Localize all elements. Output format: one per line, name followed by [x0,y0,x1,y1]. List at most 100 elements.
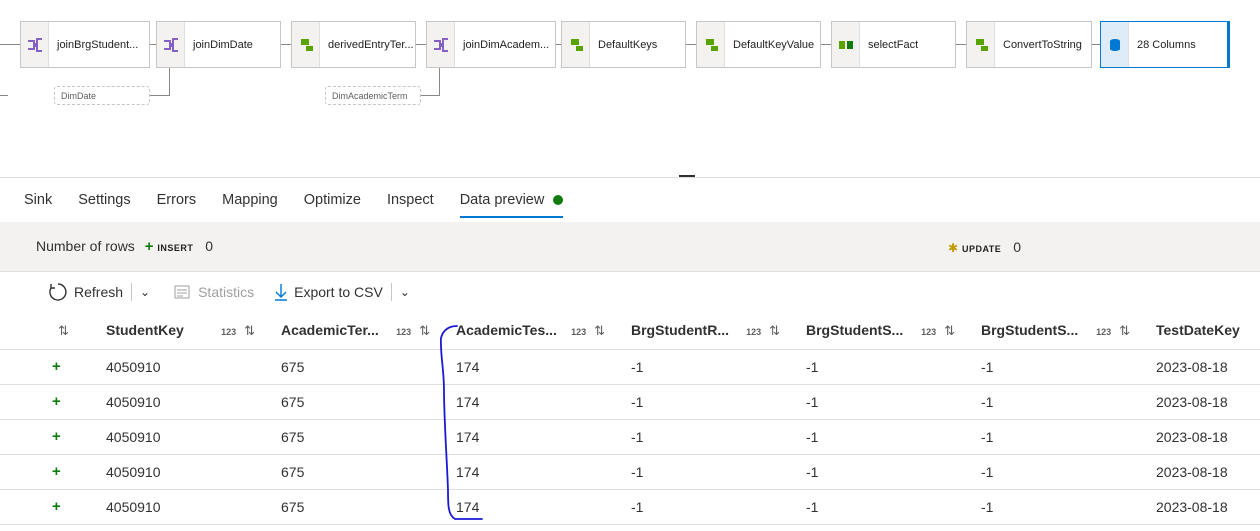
table-cell: 174 [456,489,631,525]
toolbar-divider [131,283,133,301]
table-cell: 4050910 [106,419,281,455]
column-header[interactable]: StudentKey 123 ⇅ [106,312,281,350]
table-cell: -1 [806,419,981,455]
sort-icon[interactable]: ⇅ [244,323,255,338]
table-row[interactable]: +4050910 675 174 -1 -1 -1 2023-08-18 [0,349,1260,385]
update-group: ✱ UPDATE 0 [948,239,1021,255]
table-cell: 2023-08-18 [1156,489,1260,525]
type-badge: 123 [571,326,587,337]
table-cell: 675 [281,454,456,490]
column-header[interactable]: BrgStudentR... 123 ⇅ [631,312,806,350]
flow-connector [821,44,831,45]
flow-node-joindimdate[interactable]: joinDimDate [156,21,281,68]
column-header-label: BrgStudentS... [806,322,904,339]
row-insert-icon: + [0,419,106,455]
tab-errors[interactable]: Errors [157,192,196,218]
insert-count: 0 [205,238,214,254]
row-insert-icon: + [0,454,106,490]
table-cell: 675 [281,489,456,525]
table-cell: 4050910 [106,489,281,525]
sort-icon[interactable]: ⇅ [419,323,430,338]
data-flow-canvas[interactable]: joinBrgStudent... joinDimDate derivedEnt… [0,0,1260,178]
statistics-button[interactable]: Statistics [174,284,254,300]
tab-inspect[interactable]: Inspect [387,192,434,218]
flow-node-selectfact[interactable]: selectFact [831,21,956,68]
tab-settings[interactable]: Settings [78,192,130,218]
update-asterisk-icon: ✱ [948,240,959,255]
sort-icon[interactable]: ⇅ [769,323,780,338]
column-header[interactable]: AcademicTer... 123 ⇅ [281,312,456,350]
download-icon [275,284,288,301]
statistics-label: Statistics [198,284,255,300]
tab-data-preview[interactable]: Data preview [459,192,564,218]
sink-database-icon [1101,22,1129,67]
table-cell: -1 [631,454,806,490]
insert-plus-icon: + [52,463,61,480]
export-csv-button[interactable]: Export to CSV [274,283,383,301]
flow-node-defaultkeys[interactable]: DefaultKeys [561,21,686,68]
insert-plus-icon: + [52,428,61,445]
flow-node-sink[interactable]: 28 Columns [1100,21,1230,68]
column-header-label: BrgStudentS... [981,322,1079,339]
flow-node-joindimacademic[interactable]: joinDimAcadem... [426,21,556,68]
flow-node-joinbrgstudent[interactable]: joinBrgStudent... [20,21,150,68]
flow-node-label: selectFact [868,38,919,51]
splitter-handle[interactable] [679,175,695,177]
data-preview-table: ⇅ StudentKey 123 ⇅ AcademicTer... 123 ⇅ Acad… [0,312,1260,525]
flow-connector [686,44,696,45]
type-badge: 123 [921,326,937,337]
tab-mapping[interactable]: Mapping [222,192,278,218]
flow-connector [0,44,20,45]
flow-node-label: DefaultKeys [598,38,658,51]
side-input-dimdate[interactable]: DimDate [54,86,150,105]
table-cell: -1 [981,384,1156,420]
flow-connector [0,95,8,96]
insert-plus-icon: + [52,358,61,375]
insert-plus-icon: + [144,238,154,255]
row-insert-icon: + [0,349,106,385]
refresh-button[interactable]: Refresh [48,282,123,302]
derived-column-icon [967,22,995,67]
tab-sink[interactable]: Sink [24,192,52,218]
refresh-chevron-down-icon[interactable]: ⌄ [140,285,150,299]
table-row[interactable]: +4050910 675 174 -1 -1 -1 2023-08-18 [0,384,1260,420]
flow-node-defaultkeyvalue[interactable]: DefaultKeyValue [696,21,821,68]
table-cell: 2023-08-18 [1156,384,1260,420]
flow-connector [281,44,291,45]
sort-icon[interactable]: ⇅ [944,323,955,338]
flow-connector [421,95,440,96]
statistics-icon [174,285,190,299]
column-header-label: AcademicTer... [281,322,379,339]
sort-icon[interactable]: ⇅ [58,323,69,338]
column-header[interactable]: BrgStudentS... 123 ⇅ [981,312,1156,350]
table-cell: 174 [456,384,631,420]
side-input-label: DimAcademicTerm [332,90,408,101]
join-icon [21,22,49,67]
table-cell: -1 [806,349,981,385]
table-row[interactable]: +4050910 675 174 -1 -1 -1 2023-08-18 [0,489,1260,525]
export-chevron-down-icon[interactable]: ⌄ [400,285,410,299]
type-badge: 123 [221,326,237,337]
table-cell: 675 [281,349,456,385]
flow-node-label: joinDimAcadem... [463,38,550,51]
flow-node-converttostring[interactable]: ConvertToString [966,21,1092,68]
table-row[interactable]: +4050910 675 174 -1 -1 -1 2023-08-18 [0,454,1260,490]
table-body: +4050910 675 174 -1 -1 -1 2023-08-18 +4050910 67… [0,349,1260,525]
table-cell: -1 [631,349,806,385]
table-cell: 174 [456,349,631,385]
flow-node-derivedentryterm[interactable]: derivedEntryTer... [291,21,416,68]
side-input-dimacademicterm[interactable]: DimAcademicTerm [325,86,421,105]
column-header[interactable]: TestDateKey [1156,312,1260,350]
sort-icon[interactable]: ⇅ [594,323,605,338]
tab-label: Data preview [459,192,545,208]
flow-connector [169,68,170,96]
column-header[interactable]: BrgStudentS... 123 ⇅ [806,312,981,350]
tab-optimize[interactable]: Optimize [304,192,361,218]
row-status-header[interactable]: ⇅ [0,312,106,350]
table-row[interactable]: +4050910 675 174 -1 -1 -1 2023-08-18 [0,419,1260,455]
flow-node-label: joinDimDate [193,38,253,51]
sort-icon[interactable]: ⇅ [1119,323,1130,338]
column-header[interactable]: AcademicTes... 123 ⇅ [456,312,631,350]
rows-summary-bar: Number of rows + INSERT 0 ✱ UPDATE 0 [0,222,1260,272]
table-cell: -1 [981,419,1156,455]
